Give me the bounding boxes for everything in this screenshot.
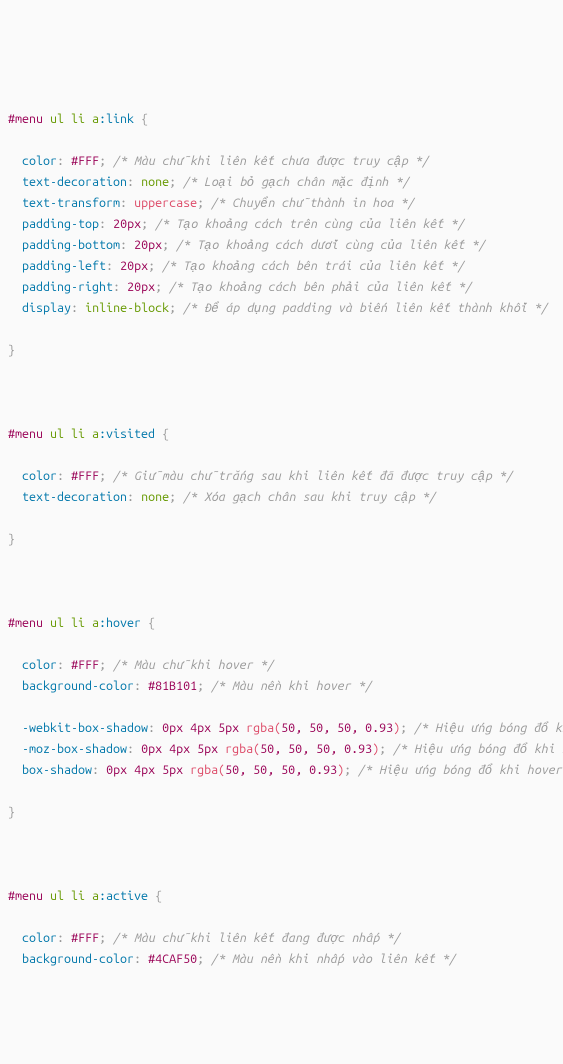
close-brace: }	[8, 340, 555, 361]
selector-line: #menu ul li a:hover {	[8, 613, 555, 634]
declaration-line: color: #FFF; /* Giữ màu chữ trắng sau kh…	[8, 466, 555, 487]
declaration-line: padding-bottom: 20px; /* Tạo khoảng cách…	[8, 235, 555, 256]
declaration-line: color: #FFF; /* Màu chữ khi liên kết chư…	[8, 151, 555, 172]
declaration-line: -moz-box-shadow: 0px 4px 5px rgba(50, 50…	[8, 739, 555, 760]
close-brace: }	[8, 529, 555, 550]
declaration-line: display: inline-block; /* Để áp dụng pad…	[8, 298, 555, 319]
selector-line: #menu ul li a:visited {	[8, 424, 555, 445]
declaration-line: padding-top: 20px; /* Tạo khoảng cách tr…	[8, 214, 555, 235]
code-block: #menu ul li a:link { color: #FFF; /* Màu…	[8, 88, 555, 991]
declaration-line: text-transform: uppercase; /* Chuyển chữ…	[8, 193, 555, 214]
declaration-line: text-decoration: none; /* Xóa gạch chân …	[8, 487, 555, 508]
declaration-line: -webkit-box-shadow: 0px 4px 5px rgba(50,…	[8, 718, 555, 739]
declaration-line: color: #FFF; /* Màu chữ khi liên kết đan…	[8, 928, 555, 949]
declaration-line: color: #FFF; /* Màu chữ khi hover */	[8, 655, 555, 676]
declaration-line: background-color: #4CAF50; /* Màu nền kh…	[8, 949, 555, 970]
declaration-line: padding-left: 20px; /* Tạo khoảng cách b…	[8, 256, 555, 277]
declaration-line: text-decoration: none; /* Loại bỏ gạch c…	[8, 172, 555, 193]
declaration-line: padding-right: 20px; /* Tạo khoảng cách …	[8, 277, 555, 298]
declaration-line: box-shadow: 0px 4px 5px rgba(50, 50, 50,…	[8, 760, 555, 781]
declaration-line: background-color: #81B101; /* Màu nền kh…	[8, 676, 555, 697]
selector-line: #menu ul li a:link {	[8, 109, 555, 130]
selector-line: #menu ul li a:active {	[8, 886, 555, 907]
close-brace: }	[8, 802, 555, 823]
